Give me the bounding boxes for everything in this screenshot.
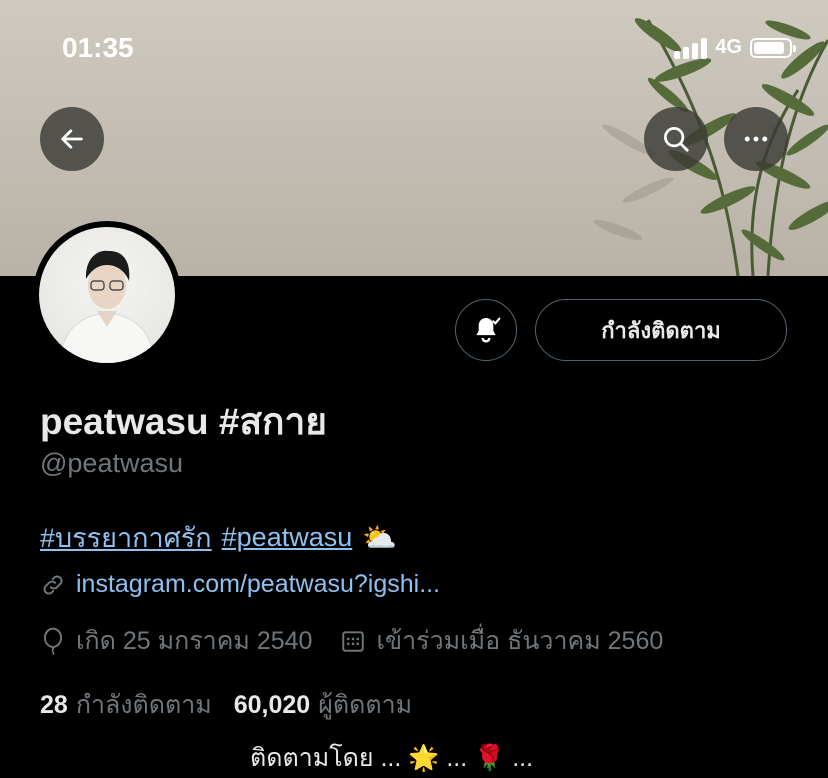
avatar[interactable] [33,221,181,369]
followed-by-text: ติดตามโดย ... 🌟 ... 🌹 ... [250,744,534,772]
followers-count[interactable]: 60,020 [234,691,310,720]
link-icon [43,575,63,594]
more-button[interactable] [724,107,788,171]
more-horizontal-icon [744,136,768,142]
bio: #บรรยากาศรัก #peatwasu ⛅ [40,516,397,559]
followers-label[interactable]: ผู้ติดตาม [318,685,412,725]
birthdate: เกิด 25 มกราคม 2540 [40,621,312,661]
status-icons: 4G [674,36,796,59]
hashtag-link[interactable]: #บรรยากาศรัก [40,516,212,559]
hashtag-link[interactable]: #peatwasu [222,522,353,553]
signal-icon [674,37,708,59]
website-link[interactable]: instagram.com/peatwasu?igshi... [76,570,440,599]
follow-stats: 28 กำลังติดตาม 60,020 ผู้ติดตาม [40,685,434,725]
notification-button[interactable] [455,299,517,361]
avatar-image [39,227,175,363]
back-button[interactable] [40,107,104,171]
birthdate-text: เกิด 25 มกราคม 2540 [76,627,313,655]
balloon-icon [43,627,63,655]
join-date: เข้าร่วมเมื่อ ธันวาคม 2560 [340,621,663,661]
network-type: 4G [715,36,742,58]
status-time: 01:35 [62,32,134,63]
search-icon [664,127,689,152]
following-button[interactable]: กำลังติดตาม [535,299,787,361]
display-name: peatwasu #สกาย [40,401,327,442]
following-count[interactable]: 28 [40,691,68,720]
calendar-icon [342,631,365,652]
user-handle: @peatwasu [40,448,183,478]
cloud-emoji: ⛅ [362,522,398,553]
battery-icon [750,37,796,58]
profile-meta: เกิด 25 มกราคม 2540 เข้าร่วมเมื่อ ธันวาค… [40,621,691,661]
join-date-text: เข้าร่วมเมื่อ ธันวาคม 2560 [376,627,664,655]
following-label[interactable]: กำลังติดตาม [76,685,212,725]
website-row: instagram.com/peatwasu?igshi... [40,570,440,599]
bell-check-icon [476,317,501,343]
arrow-left-icon [61,129,83,149]
search-button[interactable] [644,107,708,171]
